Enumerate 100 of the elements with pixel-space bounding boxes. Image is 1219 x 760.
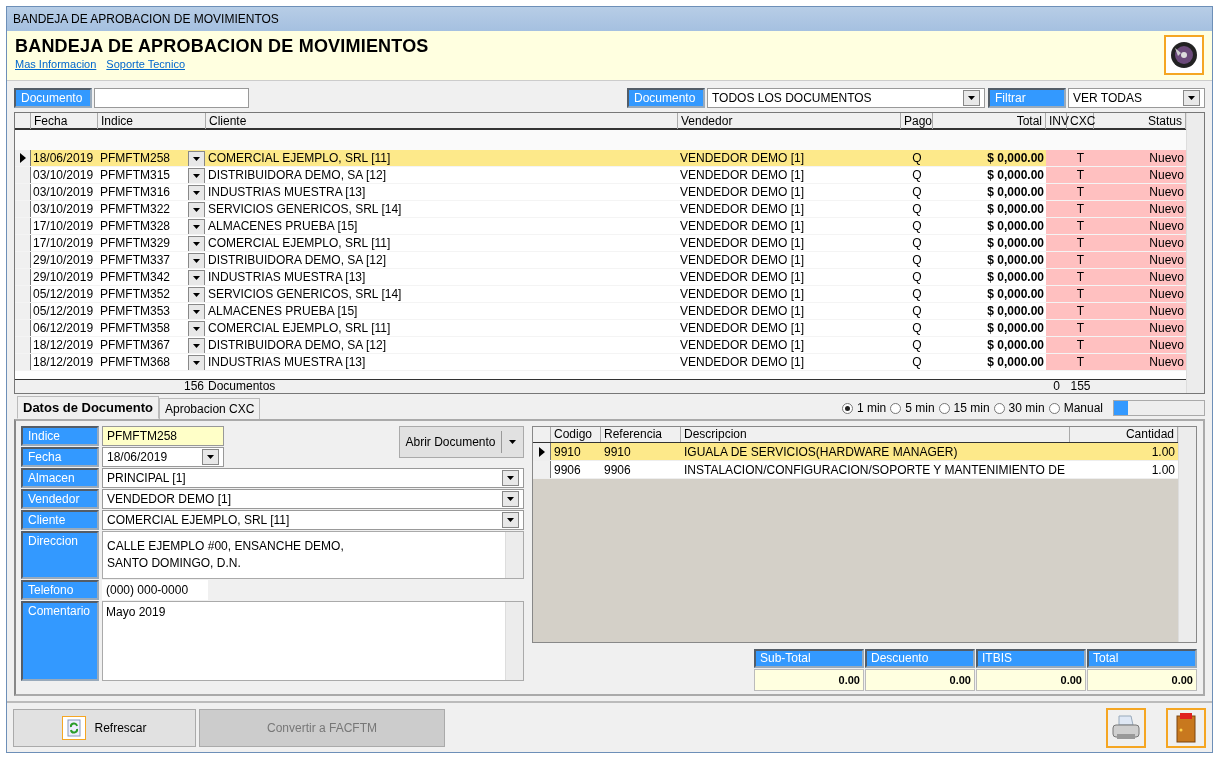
dropdown-button[interactable] — [188, 151, 205, 166]
exit-button[interactable] — [1166, 707, 1206, 748]
dropdown-button[interactable] — [188, 304, 205, 319]
column-header[interactable]: INV — [1046, 113, 1067, 129]
table-cell-text: PFMFTM315 — [99, 167, 171, 183]
dropdown-button[interactable] — [502, 512, 519, 528]
dropdown-button[interactable] — [502, 470, 519, 486]
total-label: Sub-Total — [754, 649, 864, 668]
table-row[interactable]: 18/12/2019 PFMFTM368 INDUSTRIAS MUESTRA [13] VENDEDOR DEMO [1] Q $ 0,000.00 T Nuevo — [15, 354, 1186, 371]
scrollbar[interactable] — [505, 532, 523, 578]
dropdown-button[interactable] — [188, 287, 205, 302]
column-header[interactable]: Vendedor — [678, 113, 901, 129]
table-cell-text: DISTRIBUIDORA DEMO, SA [12] — [207, 167, 388, 183]
radio-button[interactable] — [1048, 402, 1060, 414]
column-header[interactable]: Fecha — [31, 113, 98, 129]
radio-label[interactable]: 5 min — [905, 401, 935, 415]
table-row[interactable]: 9910 9910 IGUALA DE SERVICIOS(HARDWARE MANAGER) 1.00 — [533, 443, 1178, 461]
table-cell-text: INDUSTRIAS MUESTRA [13] — [207, 269, 367, 285]
column-header[interactable]: Codigo — [551, 427, 601, 442]
dropdown-button[interactable] — [188, 219, 205, 234]
dropdown-button[interactable] — [188, 338, 205, 353]
dropdown-button[interactable] — [188, 355, 205, 370]
table-row[interactable]: 06/12/2019 PFMFTM358 COMERCIAL EJEMPLO, SRL [11] VENDEDOR DEMO [1] Q $ 0,000.00 T Nuevo — [15, 320, 1186, 337]
table-row[interactable]: 03/10/2019 PFMFTM315 DISTRIBUIDORA DEMO, SA [12] VENDEDOR DEMO [1] Q $ 0,000.00 T Nuevo — [15, 167, 1186, 184]
table-row[interactable]: 29/10/2019 PFMFTM342 INDUSTRIAS MUESTRA [13] VENDEDOR DEMO [1] Q $ 0,000.00 T Nuevo — [15, 269, 1186, 286]
caret-icon — [193, 327, 200, 331]
dropdown-button[interactable] — [188, 168, 205, 183]
scrollbar[interactable] — [1186, 113, 1204, 393]
table-row[interactable]: 05/12/2019 PFMFTM352 SERVICIOS GENERICOS, SRL [14] VENDEDOR DEMO [1] Q $ 0,000.00 T Nuevo — [15, 286, 1186, 303]
scrollbar[interactable] — [505, 602, 523, 680]
table-cell-text: INDUSTRIAS MUESTRA [13] — [207, 354, 367, 370]
table-cell: T — [1067, 184, 1094, 200]
column-header[interactable]: Referencia — [601, 427, 681, 442]
dropdown-button[interactable] — [188, 202, 205, 217]
comment-field[interactable]: Mayo 2019 — [102, 601, 524, 681]
table-row[interactable]: 05/12/2019 PFMFTM353 ALMACENES PRUEBA [15] VENDEDOR DEMO [1] Q $ 0,000.00 T Nuevo — [15, 303, 1186, 320]
table-cell-text: COMERCIAL EJEMPLO, SRL [11] — [207, 320, 392, 336]
table-cell-text: 05/12/2019 — [32, 303, 95, 319]
dropdown-button[interactable] — [202, 449, 219, 465]
radio-label[interactable]: Manual — [1063, 401, 1103, 415]
row-header[interactable] — [533, 443, 551, 460]
dropdown-button[interactable] — [963, 90, 980, 106]
radio-button[interactable] — [993, 402, 1005, 414]
table-row[interactable]: 17/10/2019 PFMFTM328 ALMACENES PRUEBA [15] VENDEDOR DEMO [1] Q $ 0,000.00 T Nuevo — [15, 218, 1186, 235]
column-header[interactable]: Cliente — [206, 113, 678, 129]
radio-button[interactable] — [890, 402, 902, 414]
table-row[interactable]: 29/10/2019 PFMFTM337 DISTRIBUIDORA DEMO, SA [12] VENDEDOR DEMO [1] Q $ 0,000.00 T Nuevo — [15, 252, 1186, 269]
phone-field[interactable]: (000) 000-0000 — [102, 580, 208, 600]
radio-button[interactable] — [938, 402, 950, 414]
dropdown-button[interactable] — [502, 491, 519, 507]
column-header[interactable]: Descripcion — [681, 427, 1070, 442]
radio-label[interactable]: 1 min — [856, 401, 887, 415]
field-label: Vendedor — [21, 489, 99, 509]
row-header[interactable] — [15, 150, 31, 166]
table-row[interactable]: 18/06/2019 PFMFTM258 COMERCIAL EJEMPLO, SRL [11] VENDEDOR DEMO [1] Q $ 0,000.00 T Nuevo — [15, 150, 1186, 167]
caret-icon — [193, 157, 200, 161]
table-row[interactable]: 03/10/2019 PFMFTM316 INDUSTRIAS MUESTRA [13] VENDEDOR DEMO [1] Q $ 0,000.00 T Nuevo — [15, 184, 1186, 201]
link[interactable]: Soporte Tecnico — [106, 58, 185, 70]
text-field[interactable]: PFMFTM258 — [102, 426, 224, 446]
print-button[interactable] — [1106, 707, 1146, 748]
dropdown-button[interactable] — [188, 185, 205, 200]
table-row[interactable]: 17/10/2019 PFMFTM329 COMERCIAL EJEMPLO, SRL [11] VENDEDOR DEMO [1] Q $ 0,000.00 T Nuevo — [15, 235, 1186, 252]
radio-label[interactable]: 15 min — [953, 401, 990, 415]
link[interactable]: Mas Informacion — [15, 58, 97, 70]
table-row[interactable]: 9906 9906 INSTALACION/CONFIGURACION/SOPORTE Y MANTENIMIENTO DE 1.00 — [533, 461, 1178, 479]
date-field[interactable]: 18/06/2019 — [102, 447, 224, 467]
caret-icon — [193, 174, 200, 178]
dropdown-field[interactable]: VER TODAS — [1068, 88, 1205, 108]
dropdown-button[interactable] — [188, 270, 205, 285]
table-row[interactable]: 03/10/2019 PFMFTM322 SERVICIOS GENERICOS, SRL [14] VENDEDOR DEMO [1] Q $ 0,000.00 T Nuevo — [15, 201, 1186, 218]
scrollbar[interactable] — [1178, 427, 1196, 642]
column-header[interactable]: Pago — [901, 113, 933, 129]
dropdown-field[interactable]: TODOS LOS DOCUMENTOS — [707, 88, 985, 108]
dropdown-button[interactable] — [188, 321, 205, 336]
row-pointer-icon — [19, 153, 26, 163]
field-label: Indice — [21, 426, 99, 446]
dropdown-field[interactable]: PRINCIPAL [1] — [102, 468, 524, 488]
table-cell: Nuevo — [1094, 201, 1186, 217]
dropdown-button[interactable] — [188, 253, 205, 268]
table-cell — [1046, 252, 1067, 268]
open-document-button[interactable]: Abrir Documento — [399, 426, 524, 458]
table-row[interactable]: 18/12/2019 PFMFTM367 DISTRIBUIDORA DEMO, SA [12] VENDEDOR DEMO [1] Q $ 0,000.00 T Nuevo — [15, 337, 1186, 354]
table-cell: T — [1067, 320, 1094, 336]
tab[interactable]: Aprobacion CXC — [159, 398, 261, 419]
dropdown-button[interactable] — [188, 236, 205, 251]
search-field[interactable] — [94, 88, 249, 108]
table-cell — [1046, 201, 1067, 217]
table-cell-text: Q — [911, 303, 923, 319]
address-field[interactable]: CALLE EJEMPLO #00, ENSANCHE DEMO, SANTO DOMINGO, D.N. — [102, 531, 524, 579]
table-cell-text: COMERCIAL EJEMPLO, SRL [11] — [207, 150, 392, 166]
dropdown-field[interactable]: VENDEDOR DEMO [1] — [102, 489, 524, 509]
dropdown-field[interactable]: COMERCIAL EJEMPLO, SRL [11] — [102, 510, 524, 530]
radio-label[interactable]: 30 min — [1008, 401, 1045, 415]
refresh-button[interactable]: Refrescar — [13, 708, 196, 747]
radio-button[interactable] — [841, 402, 853, 414]
column-header[interactable]: Indice — [98, 113, 206, 129]
column-header[interactable]: Total — [933, 113, 1046, 129]
dropdown-button[interactable] — [1183, 90, 1200, 106]
table-cell-text: Q — [911, 201, 923, 217]
tab[interactable]: Datos de Documento — [17, 396, 159, 419]
